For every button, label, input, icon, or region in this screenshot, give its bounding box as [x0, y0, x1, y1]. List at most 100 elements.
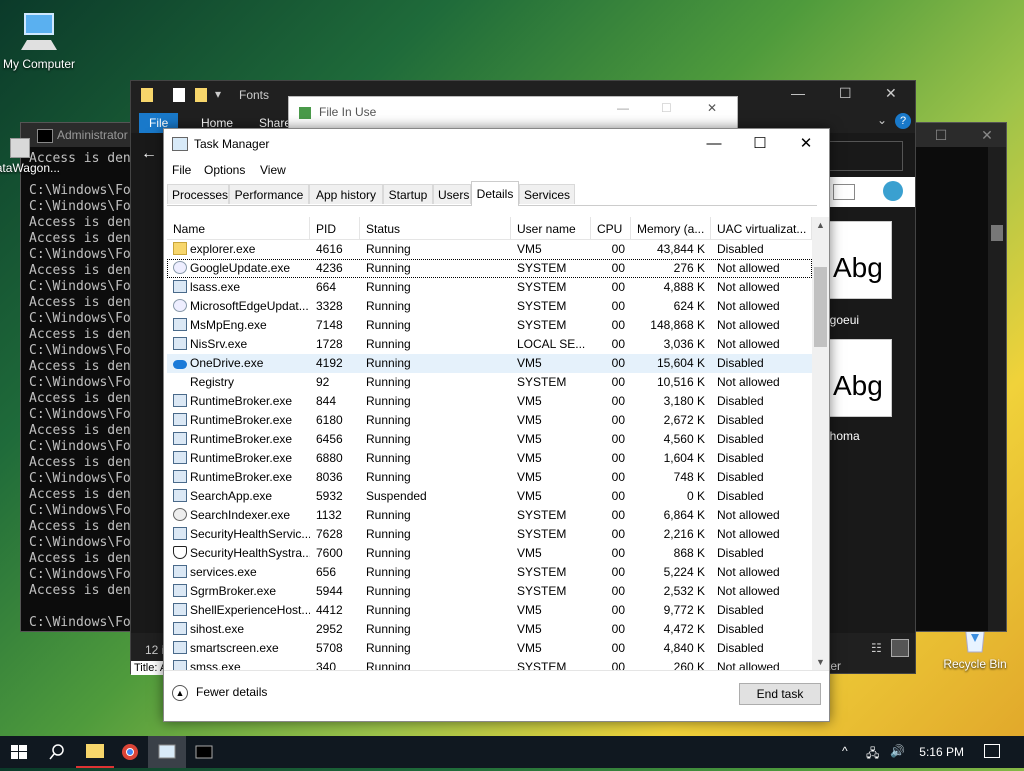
tm-tabs: Processes Performance App history Startu…	[167, 181, 817, 206]
task-manager-taskbar-icon[interactable]	[148, 736, 186, 768]
window-icon	[173, 470, 187, 483]
chrome-icon[interactable]	[112, 736, 150, 768]
chevron-up-icon[interactable]: ^	[842, 744, 848, 758]
column-header-status[interactable]: Status	[360, 217, 511, 239]
network-icon[interactable]: 🖧	[866, 744, 879, 765]
table-row[interactable]: SearchApp.exe 5932 Suspended VM5 00 0 K Disabl…	[167, 487, 812, 506]
menu-view[interactable]: View	[260, 163, 286, 177]
cell-user: VM5	[517, 432, 542, 446]
console-maximize-button[interactable]: ☐	[926, 123, 956, 147]
column-header-name[interactable]: Name	[167, 217, 310, 239]
cell-pid: 4192	[316, 356, 343, 370]
tm-scroll-thumb[interactable]	[814, 267, 827, 347]
table-row[interactable]: SecurityHealthSystra... 7600 Running VM5 00 8…	[167, 544, 812, 563]
table-row[interactable]: RuntimeBroker.exe 8036 Running VM5 00 748 K Di…	[167, 468, 812, 487]
menu-file[interactable]: File	[172, 163, 191, 177]
desktop-icon-my-computer[interactable]: My Computer	[0, 10, 84, 71]
large-icons-view-icon[interactable]	[891, 639, 909, 657]
fewer-details-button[interactable]: ▲ Fewer details	[172, 685, 267, 701]
table-row[interactable]: RuntimeBroker.exe 6180 Running VM5 00 2,672 K…	[167, 411, 812, 430]
tm-scrollbar[interactable]: ▲ ▼	[812, 217, 829, 671]
console-scrollbar[interactable]	[988, 147, 1006, 631]
notification-icon[interactable]	[984, 744, 1000, 758]
volume-icon[interactable]: 🔊	[890, 744, 905, 758]
command-prompt-taskbar-icon[interactable]	[186, 736, 224, 768]
window-icon	[173, 641, 187, 654]
font-file-thumbnail[interactable]: Abg	[828, 221, 892, 299]
column-header-cpu[interactable]: CPU	[591, 217, 631, 239]
taskbar-clock[interactable]: 5:16 PM	[919, 745, 964, 759]
table-row[interactable]: sihost.exe 2952 Running VM5 00 4,472 K Disable…	[167, 620, 812, 639]
column-header-memory[interactable]: Memory (a...	[631, 217, 711, 239]
cell-status: Running	[366, 584, 411, 598]
help-icon[interactable]: ?	[895, 113, 911, 129]
menu-options[interactable]: Options	[204, 163, 245, 177]
table-row[interactable]: Registry 92 Running SYSTEM 00 10,516 K Not all…	[167, 373, 812, 392]
cell-user: SYSTEM	[517, 261, 567, 275]
details-view-icon[interactable]: ☷	[871, 641, 882, 655]
tm-titlebar[interactable]: Task Manager — ☐ ✕	[164, 129, 829, 159]
explorer-search-box[interactable]	[825, 141, 903, 171]
tm-maximize-button[interactable]: ☐	[737, 129, 783, 159]
dropdown-icon[interactable]: ▾	[215, 87, 221, 101]
table-row[interactable]: SecurityHealthServic... 7628 Running SYSTEM…	[167, 525, 812, 544]
tab-startup[interactable]: Startup	[383, 184, 433, 204]
tab-users[interactable]: Users	[433, 184, 471, 204]
window-icon	[173, 489, 187, 502]
column-header-user-name[interactable]: User name	[511, 217, 591, 239]
dialog-maximize-button[interactable]: ☐	[661, 101, 672, 115]
table-row[interactable]: services.exe 656 Running SYSTEM 00 5,224 K Not…	[167, 563, 812, 582]
dialog-close-button[interactable]: ✕	[707, 101, 717, 115]
table-row[interactable]: explorer.exe 4616 Running VM5 00 43,844 K Disa…	[167, 240, 812, 259]
file-explorer-taskbar-icon[interactable]	[76, 736, 114, 768]
cell-memory: 2,216 K	[663, 527, 705, 541]
scroll-up-arrow-icon[interactable]: ▲	[812, 217, 829, 234]
start-button[interactable]	[0, 736, 38, 768]
table-row[interactable]: NisSrv.exe 1728 Running LOCAL SE... 00 3,036 …	[167, 335, 812, 354]
table-row[interactable]: SearchIndexer.exe 1132 Running SYSTEM 00 6,86…	[167, 506, 812, 525]
table-row[interactable]: GoogleUpdate.exe 4236 Running SYSTEM 00 276 K…	[167, 259, 812, 278]
table-row[interactable]: RuntimeBroker.exe 844 Running VM5 00 3,180 K D…	[167, 392, 812, 411]
console-close-button[interactable]: ✕	[972, 123, 1002, 147]
desktop-icon-datawagon[interactable]: DataWagon...	[0, 138, 60, 175]
tab-app-history[interactable]: App history	[309, 184, 383, 204]
table-row[interactable]: RuntimeBroker.exe 6456 Running VM5 00 4,560 K…	[167, 430, 812, 449]
tm-minimize-button[interactable]: —	[691, 129, 737, 159]
explorer-close-button[interactable]: ✕	[885, 85, 897, 102]
end-task-button[interactable]: End task	[739, 683, 821, 705]
tab-performance[interactable]: Performance	[229, 184, 309, 204]
cell-cpu: 00	[611, 280, 625, 294]
scroll-down-arrow-icon[interactable]: ▼	[812, 654, 829, 671]
view-icon[interactable]	[833, 184, 855, 200]
table-row[interactable]: RuntimeBroker.exe 6880 Running VM5 00 1,604 K…	[167, 449, 812, 468]
tab-details[interactable]: Details	[471, 181, 519, 206]
cell-uac: Not allowed	[717, 527, 780, 541]
explorer-maximize-button[interactable]: ☐	[839, 85, 852, 102]
tab-processes[interactable]: Processes	[167, 184, 229, 204]
cell-memory: 3,180 K	[663, 394, 705, 408]
table-row[interactable]: SgrmBroker.exe 5944 Running SYSTEM 00 2,532 K…	[167, 582, 812, 601]
dialog-minimize-button[interactable]: —	[617, 101, 629, 115]
table-row[interactable]: MsMpEng.exe 7148 Running SYSTEM 00 148,868 K N…	[167, 316, 812, 335]
column-header-pid[interactable]: PID	[310, 217, 360, 239]
desktop-icon-label: DataWagon...	[0, 161, 60, 175]
back-arrow-icon[interactable]: ←	[141, 145, 157, 163]
tm-close-button[interactable]: ✕	[783, 129, 829, 159]
chevron-down-icon[interactable]: ⌄	[877, 113, 887, 127]
table-row[interactable]: OneDrive.exe 4192 Running VM5 00 15,604 K Disa…	[167, 354, 812, 373]
font-file-thumbnail[interactable]: Abg	[828, 339, 892, 417]
table-row[interactable]: MicrosoftEdgeUpdat... 3328 Running SYSTEM 00…	[167, 297, 812, 316]
window-icon	[173, 603, 187, 616]
cell-uac: Disabled	[717, 413, 764, 427]
explorer-minimize-button[interactable]: —	[791, 85, 805, 101]
tab-services[interactable]: Services	[519, 184, 575, 204]
console-scroll-thumb[interactable]	[991, 225, 1003, 241]
table-row[interactable]: smartscreen.exe 5708 Running VM5 00 4,840 K Di…	[167, 639, 812, 658]
search-icon[interactable]	[38, 736, 76, 768]
table-row[interactable]: lsass.exe 664 Running SYSTEM 00 4,888 K Not al…	[167, 278, 812, 297]
table-row[interactable]: ShellExperienceHost.... 4412 Running VM5 00 9…	[167, 601, 812, 620]
column-header-uac[interactable]: UAC virtualizat...	[711, 217, 812, 239]
cell-status: Running	[366, 242, 411, 256]
globe-icon[interactable]	[883, 181, 903, 201]
task-manager-window[interactable]: Task Manager — ☐ ✕ File Options View Pro…	[163, 128, 830, 722]
